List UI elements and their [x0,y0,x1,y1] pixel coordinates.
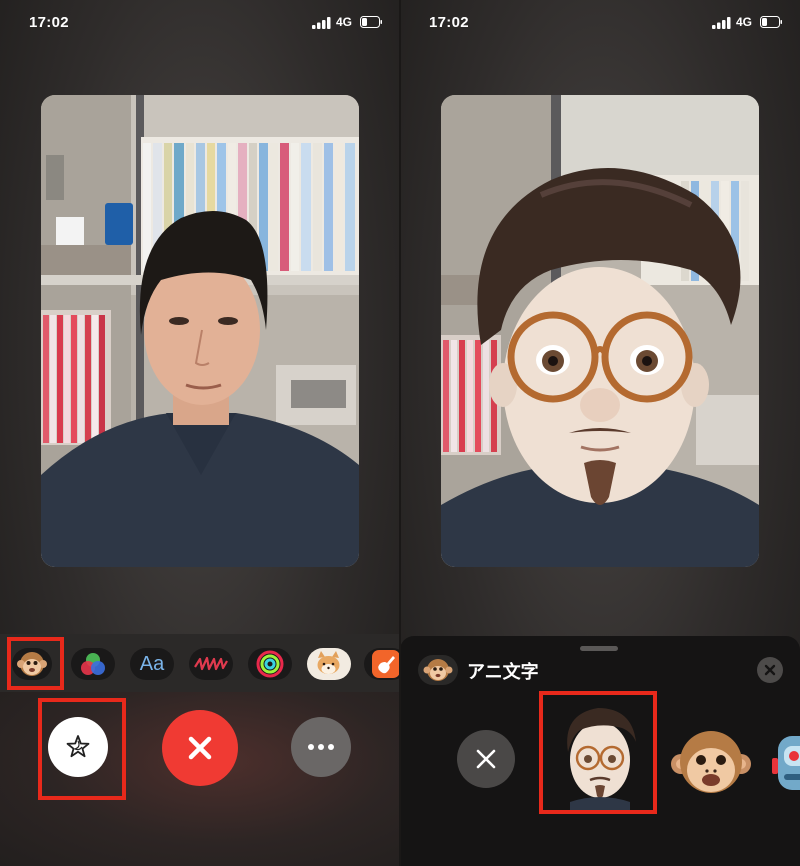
status-time: 17:02 [429,14,469,31]
robot-option[interactable] [772,728,800,800]
color-circles-icon [81,653,105,675]
screenshot-pair: 17:02 4G Aa 17:02 4G アニ文字 [0,0,800,866]
end-call-button[interactable] [162,710,238,786]
highlight-memoji-option [539,691,657,814]
guitar-app-icon [372,650,400,678]
filters-effect-button[interactable] [71,648,115,680]
close-icon [476,749,496,769]
close-icon [764,664,776,676]
sheet-title: アニ文字 [467,662,539,682]
sheet-grabber[interactable] [580,646,618,651]
monkey-option[interactable] [670,724,752,802]
memoji-camera-preview [441,95,759,567]
music-effect-button[interactable] [364,648,400,680]
self-camera-preview [41,95,359,567]
facetime-animoji-screen: 17:02 4G アニ文字 [400,0,800,866]
battery-icon [760,16,782,28]
scribble-icon [194,656,228,671]
memoji-photo [441,95,759,567]
activity-stickers-effect-button[interactable] [248,648,292,680]
close-icon [188,736,212,760]
battery-icon [360,16,382,28]
cellular-signal-icon [312,17,331,29]
status-bar: 17:02 4G [0,0,400,46]
ellipsis-icon [308,744,334,750]
animoji-none-option[interactable] [457,730,515,788]
status-bar: 17:02 4G [400,0,800,46]
sticker-effect-button[interactable] [307,648,351,680]
shiba-sticker-icon [317,651,340,674]
status-time: 17:02 [29,14,69,31]
monkey-icon [418,655,458,685]
activity-rings-icon [256,650,284,678]
text-effect-button[interactable]: Aa [130,648,174,680]
network-type: 4G [736,15,753,29]
highlight-animoji-effect [7,637,64,690]
text-effect-label: Aa [139,652,165,675]
screen-divider [399,0,401,866]
sheet-close-button[interactable] [757,657,783,683]
facetime-camera-screen: 17:02 4G Aa [0,0,400,866]
camera-photo [41,95,359,567]
network-type: 4G [336,15,353,29]
more-options-button[interactable] [291,717,351,777]
shapes-effect-button[interactable] [189,648,233,680]
cellular-signal-icon [712,17,731,29]
highlight-effects-button [38,698,126,800]
